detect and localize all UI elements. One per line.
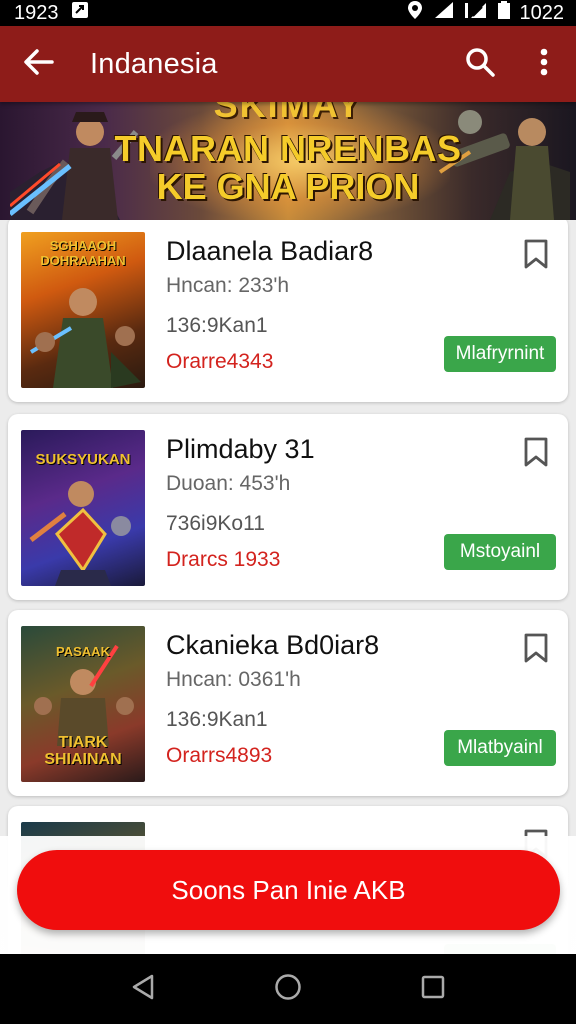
promo-banner[interactable]: SKIMAY TNARAN NRENBAS KE GNA PRION	[0, 102, 576, 220]
search-icon	[465, 47, 495, 82]
banner-top-text: SKIMAY	[213, 102, 363, 125]
bookmark-icon[interactable]	[522, 632, 550, 664]
bookmark-icon[interactable]	[522, 238, 550, 270]
search-button[interactable]	[448, 26, 512, 102]
game-thumbnail: SGHAAOH DOHRAAHAN	[21, 232, 145, 388]
item-name: Plimdaby 31	[166, 434, 315, 464]
nav-recents-button[interactable]	[413, 969, 453, 1009]
list-item[interactable]: SGHAAOH DOHRAAHAN Dlaanela Badiar8 Hncan…	[8, 220, 568, 402]
signal-icon	[434, 1, 454, 25]
game-thumbnail: SUKSYUKAN	[21, 430, 145, 586]
item-duration: Hncan: 0361'h	[166, 668, 301, 691]
nav-home-button[interactable]	[268, 969, 308, 1009]
thumbnail-title: SGHAAOH DOHRAAHAN	[40, 238, 126, 268]
banner-headline: TNARAN NRENBAS	[114, 128, 462, 169]
game-thumbnail: PASAAK TIARK SHIAINAN	[21, 626, 145, 782]
item-duration: Duoan: 453'h	[166, 472, 291, 495]
circle-home-icon	[274, 973, 302, 1006]
battery-icon	[497, 1, 510, 25]
location-icon	[406, 0, 424, 26]
item-price: Orarre4343	[166, 350, 274, 373]
signal-icon-2	[464, 1, 488, 25]
battery-text: 1022	[519, 1, 565, 24]
list-item[interactable]: PASAAK TIARK SHIAINAN Ckanieka Bd0iar8 H…	[8, 610, 568, 796]
back-button[interactable]	[0, 26, 78, 102]
notification-icon	[71, 1, 89, 25]
bookmark-icon[interactable]	[522, 436, 550, 468]
triangle-back-icon	[130, 973, 156, 1006]
item-duration: Hncan: 233'h	[166, 274, 290, 297]
banner-subheadline: KE GNA PRION	[156, 166, 420, 207]
more-vertical-icon	[540, 48, 548, 81]
thumbnail-title: PASAAK	[56, 644, 110, 659]
page-title: Indanesia	[90, 47, 218, 80]
app-bar: Indanesia	[0, 26, 576, 102]
list-item[interactable]: SUKSYUKAN Plimdaby 31 Duoan: 453'h 736i9…	[8, 414, 568, 600]
more-options-button[interactable]	[512, 26, 576, 102]
thumbnail-subtitle: TIARK SHIAINAN	[44, 734, 122, 768]
item-price: Orarrs4893	[166, 744, 273, 767]
item-size: 136:9Kan1	[166, 708, 268, 731]
nav-back-button[interactable]	[123, 969, 163, 1009]
status-time: 1923	[14, 1, 59, 24]
install-badge[interactable]: Mstoyainl	[444, 534, 556, 570]
item-size: 136:9Kan1	[166, 314, 268, 337]
square-recents-icon	[421, 975, 445, 1004]
install-badge[interactable]: Mlatbyainl	[444, 730, 556, 766]
system-nav-bar	[0, 954, 576, 1024]
primary-cta-button[interactable]: Soons Pan Inie AKB	[17, 850, 560, 930]
thumbnail-title: SUKSYUKAN	[35, 451, 131, 468]
item-price: Drarcs 1933	[166, 548, 281, 571]
install-badge[interactable]: Mlafryrnint	[444, 336, 556, 372]
item-name: Ckanieka Bd0iar8	[166, 630, 380, 660]
arrow-left-icon	[24, 48, 54, 80]
item-size: 736i9Ko11	[166, 512, 265, 535]
status-bar: 1923 1022	[0, 0, 576, 26]
item-name: Dlaanela Badiar8	[166, 236, 374, 266]
